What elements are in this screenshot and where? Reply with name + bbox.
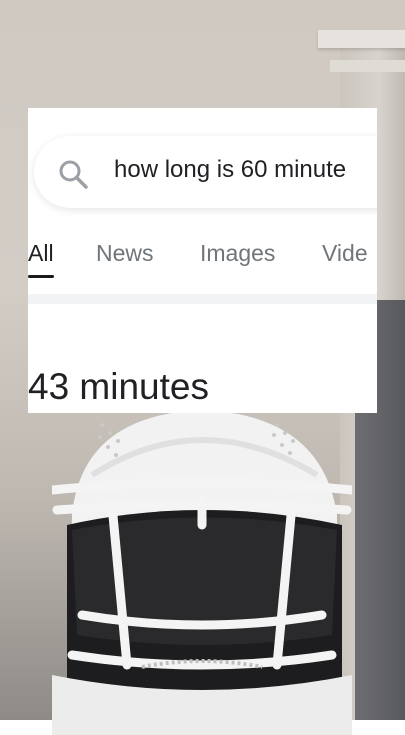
- active-tab-indicator: [28, 275, 54, 278]
- tabs-divider: [28, 294, 377, 304]
- search-icon[interactable]: [56, 157, 90, 191]
- search-result-card: how long is 60 minute All News Images Vi…: [28, 108, 377, 413]
- football-helmet-image: [52, 410, 352, 735]
- tab-videos[interactable]: Vide: [322, 240, 368, 267]
- tab-images[interactable]: Images: [200, 240, 275, 267]
- search-query-text[interactable]: how long is 60 minute: [114, 156, 346, 184]
- door-trim-lower: [330, 60, 405, 72]
- answer-text: 43 minutes: [28, 366, 209, 407]
- search-tabs: All News Images Vide: [28, 240, 377, 280]
- tab-news[interactable]: News: [96, 240, 154, 267]
- tab-all[interactable]: All: [28, 240, 54, 267]
- door-trim: [318, 30, 405, 48]
